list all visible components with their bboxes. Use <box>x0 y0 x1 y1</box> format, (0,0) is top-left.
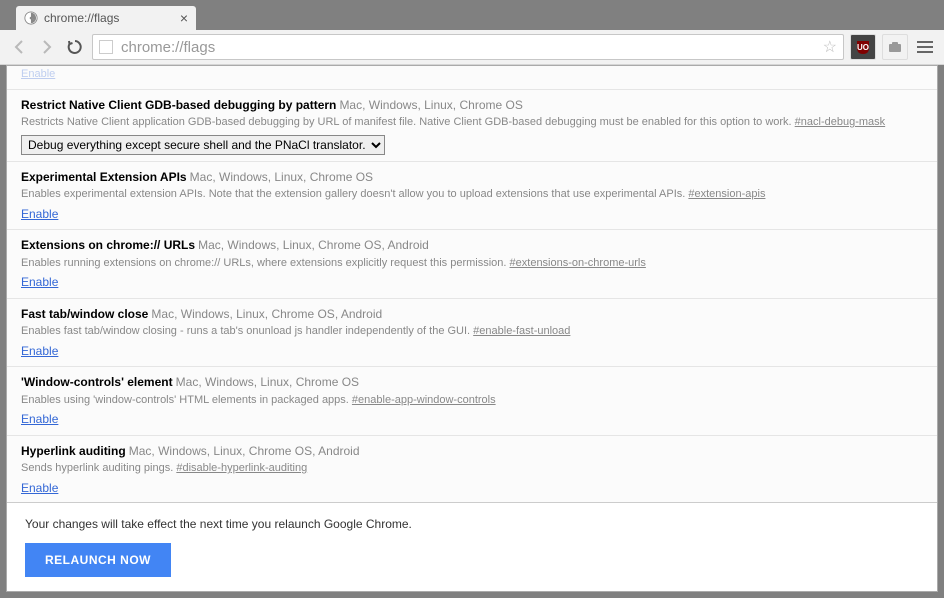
flag-action-link[interactable]: Enable <box>21 68 55 80</box>
chrome-menu-button[interactable] <box>914 41 936 53</box>
flag-description: Restricts Native Client application GDB-… <box>21 116 795 128</box>
page-icon <box>99 40 113 54</box>
relaunch-now-button[interactable]: RELAUNCH NOW <box>25 543 171 577</box>
relaunch-bar: Your changes will take effect the next t… <box>7 502 937 591</box>
flag-hash-link[interactable]: #disable-hyperlink-auditing <box>176 462 307 474</box>
flag-title: Fast tab/window close <box>21 307 148 321</box>
flag-platforms: Mac, Windows, Linux, Chrome OS, Android <box>129 444 360 458</box>
extension-icon[interactable] <box>882 34 908 60</box>
svg-text:UO: UO <box>857 43 869 52</box>
flag-title: 'Window-controls' element <box>21 375 173 389</box>
ublock-extension-icon[interactable]: UO <box>850 34 876 60</box>
flag-item: 'Window-controls' element Mac, Windows, … <box>7 367 937 436</box>
flag-title: Restrict Native Client GDB-based debuggi… <box>21 98 336 112</box>
flags-list[interactable]: Enable Restrict Native Client GDB-based d… <box>7 66 937 502</box>
flag-platforms: Mac, Windows, Linux, Chrome OS <box>339 98 522 112</box>
flag-item: Restrict Native Client GDB-based debuggi… <box>7 90 937 162</box>
tab-strip: chrome://flags × <box>0 0 944 30</box>
flag-action-link[interactable]: Enable <box>21 410 58 428</box>
flag-platforms: Mac, Windows, Linux, Chrome OS, Android <box>151 307 382 321</box>
address-bar[interactable]: chrome://flags ☆ <box>92 34 844 60</box>
flag-hash-link[interactable]: #enable-app-window-controls <box>352 394 496 406</box>
flag-item: Experimental Extension APIs Mac, Windows… <box>7 162 937 231</box>
flag-title: Extensions on chrome:// URLs <box>21 238 195 252</box>
tab-close-icon[interactable]: × <box>180 10 188 26</box>
browser-toolbar: chrome://flags ☆ UO <box>0 30 944 65</box>
flag-platforms: Mac, Windows, Linux, Chrome OS, Android <box>198 238 429 252</box>
browser-tab[interactable]: chrome://flags × <box>16 6 196 30</box>
relaunch-message: Your changes will take effect the next t… <box>25 517 919 531</box>
forward-button[interactable] <box>36 36 58 58</box>
flag-description: Enables fast tab/window closing - runs a… <box>21 325 473 337</box>
bookmark-star-icon[interactable]: ☆ <box>823 37 837 57</box>
reload-button[interactable] <box>64 36 86 58</box>
flag-description: Enables using 'window-controls' HTML ele… <box>21 394 352 406</box>
back-button[interactable] <box>8 36 30 58</box>
flag-hash-link[interactable]: #extension-apis <box>688 188 765 200</box>
address-bar-url: chrome://flags <box>121 39 215 56</box>
flag-description: Enables experimental extension APIs. Not… <box>21 188 688 200</box>
flag-platforms: Mac, Windows, Linux, Chrome OS <box>176 375 359 389</box>
flag-action-link[interactable]: Enable <box>21 479 58 497</box>
flag-title: Hyperlink auditing <box>21 444 126 458</box>
flag-platforms: Mac, Windows, Linux, Chrome OS <box>190 170 373 184</box>
tab-title: chrome://flags <box>44 11 119 25</box>
flag-item: Hyperlink auditing Mac, Windows, Linux, … <box>7 436 937 503</box>
flag-action-link[interactable]: Enable <box>21 342 58 360</box>
radiation-icon <box>24 11 38 25</box>
flag-item: Extensions on chrome:// URLs Mac, Window… <box>7 230 937 299</box>
flag-select[interactable]: Debug everything except secure shell and… <box>21 135 385 155</box>
flag-action-link[interactable]: Enable <box>21 273 58 291</box>
flag-action-link[interactable]: Enable <box>21 205 58 223</box>
flag-item: Fast tab/window close Mac, Windows, Linu… <box>7 299 937 368</box>
flag-description: Sends hyperlink auditing pings. <box>21 462 176 474</box>
flag-hash-link[interactable]: #extensions-on-chrome-urls <box>510 257 646 269</box>
flag-hash-link[interactable]: #nacl-debug-mask <box>795 116 886 128</box>
flag-hash-link[interactable]: #enable-fast-unload <box>473 325 570 337</box>
flag-title: Experimental Extension APIs <box>21 170 187 184</box>
flag-description: Enables running extensions on chrome:// … <box>21 257 510 269</box>
